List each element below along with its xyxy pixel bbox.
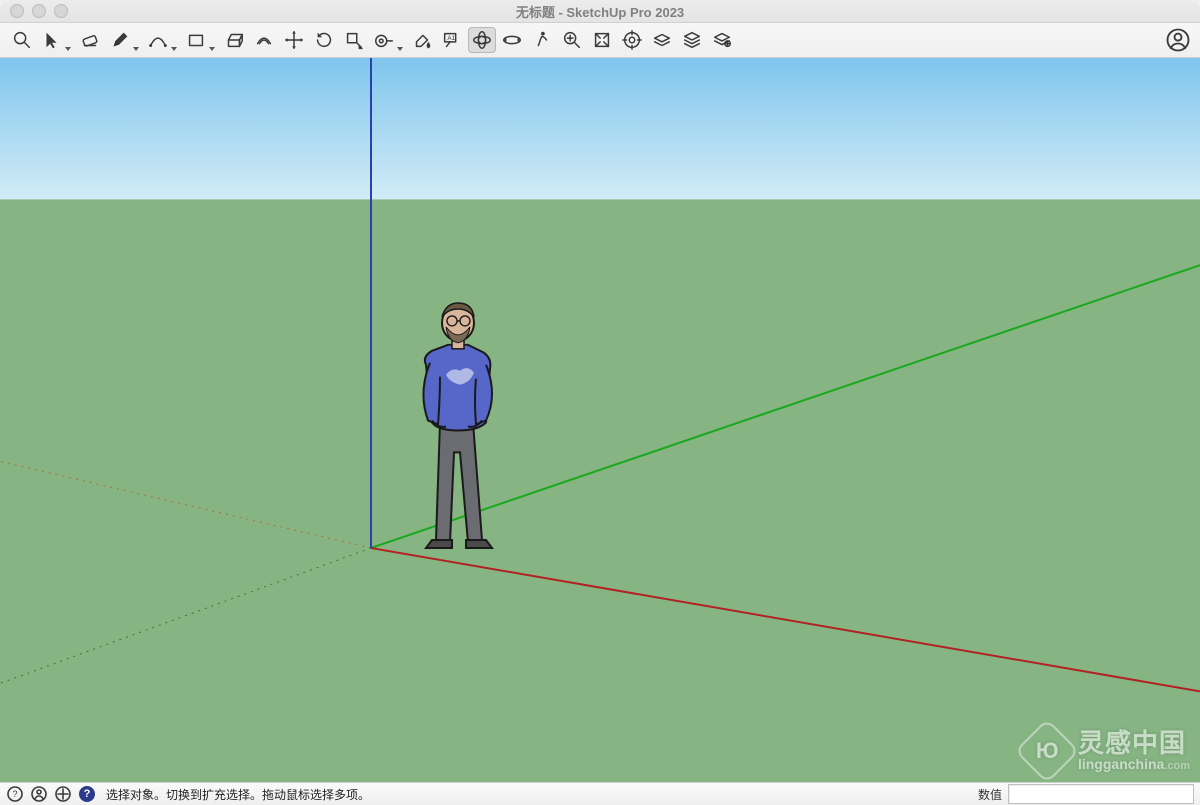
zoom-extents-tool[interactable] xyxy=(588,27,616,53)
text-tool[interactable] xyxy=(438,27,466,53)
select-tool[interactable] xyxy=(38,27,66,53)
dropdown-caret-icon xyxy=(133,47,139,51)
app-window: 无标题 - SketchUp Pro 2023 xyxy=(0,0,1200,805)
dropdown-caret-icon xyxy=(65,47,71,51)
help-icon[interactable]: ? xyxy=(78,785,96,803)
outliner-tool[interactable] xyxy=(678,27,706,53)
arc-tool[interactable] xyxy=(144,27,172,53)
rectangle-tool[interactable] xyxy=(182,27,210,53)
titlebar: 无标题 - SketchUp Pro 2023 xyxy=(0,0,1200,23)
window-title: 无标题 - SketchUp Pro 2023 xyxy=(0,2,1200,21)
status-hint: 选择对象。切换到扩充选择。拖动鼠标选择多项。 xyxy=(106,786,370,803)
dropdown-caret-icon xyxy=(209,47,215,51)
walk-tool[interactable] xyxy=(528,27,556,53)
pushpull-tool[interactable] xyxy=(220,27,248,53)
extension-tool[interactable] xyxy=(708,27,736,53)
value-input[interactable] xyxy=(1008,784,1194,804)
eraser-tool[interactable] xyxy=(76,27,104,53)
offset-tool[interactable] xyxy=(250,27,278,53)
main-toolbar xyxy=(0,23,1200,58)
model-viewport[interactable]: Ю 灵感中国 lingganchina.com xyxy=(0,58,1200,782)
value-label: 数值 xyxy=(978,786,1002,803)
user-status-icon[interactable] xyxy=(30,785,48,803)
paint-tool[interactable] xyxy=(408,27,436,53)
dropdown-caret-icon xyxy=(171,47,177,51)
pan-tool[interactable] xyxy=(498,27,526,53)
layers-tool[interactable] xyxy=(648,27,676,53)
account-button[interactable] xyxy=(1164,27,1192,53)
search-tool[interactable] xyxy=(8,27,36,53)
info-icon[interactable]: ? xyxy=(6,785,24,803)
line-tool[interactable] xyxy=(106,27,134,53)
move-tool[interactable] xyxy=(280,27,308,53)
watermark: Ю 灵感中国 lingganchina.com xyxy=(1024,728,1190,774)
zoom-tool[interactable] xyxy=(558,27,586,53)
watermark-en: lingganchina.com xyxy=(1078,757,1190,773)
status-bar: ? ? 选择对象。切换到扩充选择。拖动鼠标选择多项。 数值 xyxy=(0,782,1200,805)
orbit-tool[interactable] xyxy=(468,27,496,53)
dropdown-caret-icon xyxy=(397,47,403,51)
geolocation-icon[interactable] xyxy=(54,785,72,803)
viewport-canvas xyxy=(0,58,1200,782)
watermark-logo-icon: Ю xyxy=(1014,718,1079,782)
rotate-tool[interactable] xyxy=(310,27,338,53)
watermark-cn: 灵感中国 xyxy=(1078,730,1190,757)
svg-text:?: ? xyxy=(12,789,17,799)
tape-tool[interactable] xyxy=(370,27,398,53)
section-tool[interactable] xyxy=(618,27,646,53)
scale-tool[interactable] xyxy=(340,27,368,53)
